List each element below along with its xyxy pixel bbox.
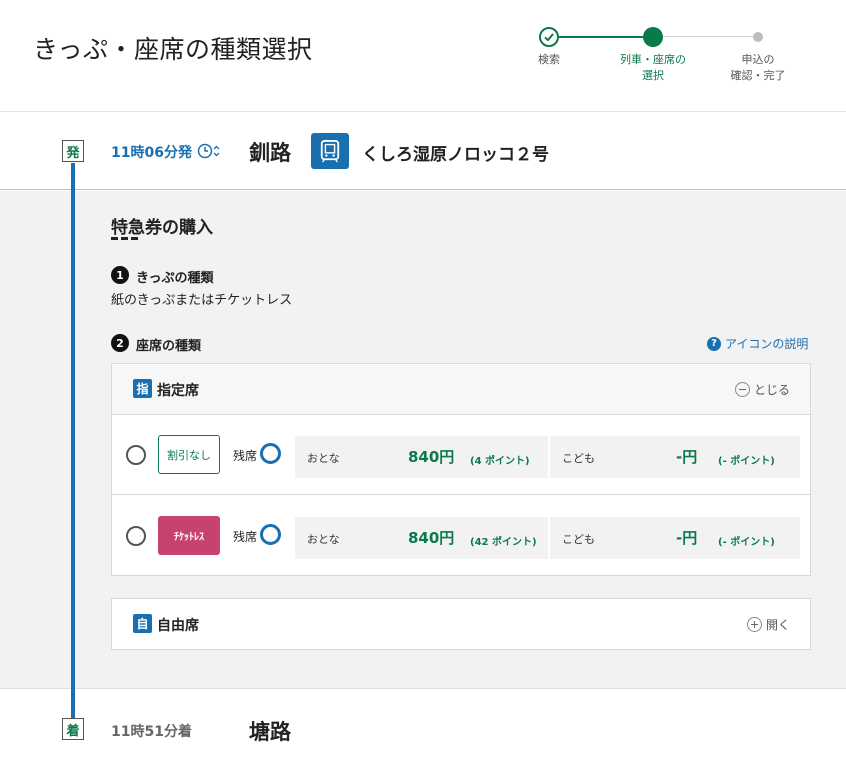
fare-row: ﾁｹｯﾄﾚｽ 残席 おとな 840円 (42 ポイント) こども -円 (- ポ… [112, 496, 810, 576]
arrival-station: 塘路 [249, 720, 291, 744]
step-line-done [549, 36, 653, 38]
adult-points: (42 ポイント) [470, 537, 537, 548]
ticketless-badge: ﾁｹｯﾄﾚｽ [158, 516, 220, 555]
timeline-line [71, 163, 75, 718]
step-line-todo [653, 36, 757, 37]
expand-label: 開く [765, 618, 790, 632]
adult-label: おとな [307, 452, 340, 465]
train-icon [311, 133, 349, 169]
departure-station: 釧路 [249, 141, 291, 165]
child-price-box: こども -円 (- ポイント) [550, 517, 800, 559]
adult-price: 840円 [408, 529, 455, 547]
fare-type-badge: 割引なし [158, 435, 220, 474]
departure-row: 発 11時06分発 釧路 くしろ湿原ノロッコ２号 [0, 112, 846, 190]
child-points: (- ポイント) [718, 456, 775, 467]
step-select-dot [643, 27, 663, 47]
adult-price-box: おとな 840円 (42 ポイント) [295, 517, 548, 559]
expand-toggle[interactable]: 開く [746, 616, 790, 633]
header: きっぷ・座席の種類選択 検索 列車・座席の 選択 申込の 確認・完了 [0, 0, 846, 112]
reserved-seat-panel: 指 指定席 とじる 割引なし 残席 おとな 840円 (4 ポイント) こども … [111, 363, 811, 576]
child-price: -円 [676, 448, 698, 466]
title-underline [111, 237, 141, 240]
arrival-time: 11時51分着 [111, 724, 192, 740]
adult-points: (4 ポイント) [470, 456, 530, 467]
plus-circle-icon [746, 617, 762, 632]
page-title: きっぷ・座席の種類選択 [33, 35, 313, 64]
free-seat-panel: 自 自由席 開く [111, 598, 811, 650]
train-name: くしろ湿原ノロッコ２号 [362, 145, 549, 165]
question-icon: ? [707, 336, 721, 351]
remaining-seats-label: 残席 [233, 449, 258, 463]
adult-price-box: おとな 840円 (4 ポイント) [295, 436, 548, 478]
reserved-seat-header[interactable]: 指 指定席 とじる [112, 364, 810, 415]
progress-steps: 検索 列車・座席の 選択 申込の 確認・完了 [520, 26, 820, 96]
step-confirm-dot [753, 32, 763, 42]
collapse-toggle[interactable]: とじる [734, 381, 790, 398]
departure-time: 11時06分発 [111, 145, 192, 161]
purchase-section: 特急券の購入 1 きっぷの種類 紙のきっぷまたはチケットレス 2 座席の種類 ?… [0, 191, 846, 689]
step-label-confirm: 申込の 確認・完了 [730, 53, 786, 82]
child-points: (- ポイント) [718, 537, 775, 548]
seats-available-circle-icon [260, 443, 281, 464]
child-price: -円 [676, 529, 698, 547]
collapse-label: とじる [753, 383, 790, 397]
step-search-check-icon [539, 27, 559, 47]
child-label: こども [562, 533, 595, 546]
departure-badge: 発 [62, 140, 84, 162]
arrival-badge: 着 [62, 718, 84, 740]
free-seat-header[interactable]: 自 自由席 開く [112, 599, 810, 649]
seats-available-circle-icon [260, 524, 281, 545]
minus-circle-icon [734, 382, 750, 397]
fare-row: 割引なし 残席 おとな 840円 (4 ポイント) こども -円 (- ポイント… [112, 415, 810, 495]
child-label: こども [562, 452, 595, 465]
seat-type-number: 2 [111, 334, 129, 352]
ticket-type-number: 1 [111, 266, 129, 284]
fare-radio[interactable] [126, 526, 146, 546]
icon-help-link[interactable]: ? アイコンの説明 [707, 335, 808, 352]
icon-help-label: アイコンの説明 [725, 337, 809, 351]
reserved-seat-label: 指定席 [157, 383, 199, 399]
adult-label: おとな [307, 533, 340, 546]
ticket-type-label: きっぷの種類 [136, 271, 214, 286]
remaining-seats-label: 残席 [233, 530, 258, 544]
fare-radio[interactable] [126, 445, 146, 465]
seat-type-label: 座席の種類 [136, 339, 202, 354]
step-label-select: 列車・座席の 選択 [620, 53, 686, 82]
ticket-type-value: 紙のきっぷまたはチケットレス [111, 293, 293, 308]
adult-price: 840円 [408, 448, 455, 466]
free-seat-icon: 自 [133, 614, 152, 633]
section-title: 特急券の購入 [111, 218, 213, 238]
arrival-row: 着 11時51分着 塘路 [0, 690, 846, 765]
clock-sort-icon[interactable] [197, 142, 221, 160]
child-price-box: こども -円 (- ポイント) [550, 436, 800, 478]
reserved-seat-icon: 指 [133, 379, 152, 398]
free-seat-label: 自由席 [157, 618, 199, 634]
step-label-search: 検索 [538, 53, 560, 66]
